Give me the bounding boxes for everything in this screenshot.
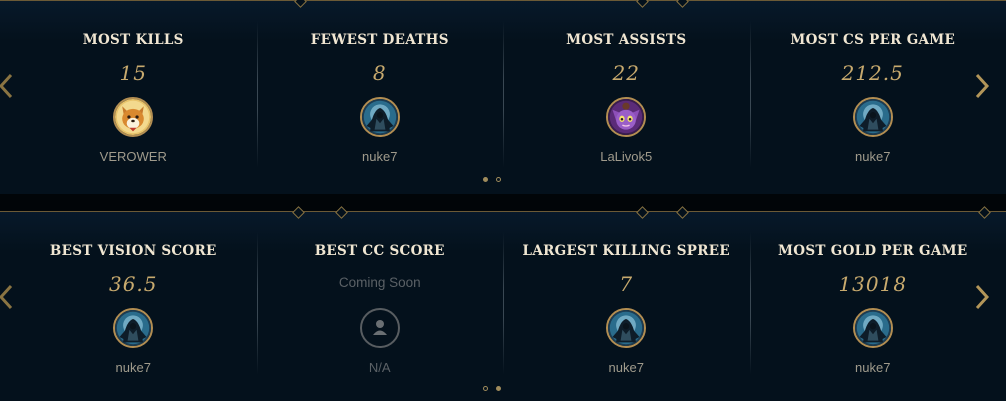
player-name[interactable]: VEROWER xyxy=(10,149,257,164)
hooded-champion-icon[interactable] xyxy=(852,97,893,137)
purple-yordle-icon[interactable] xyxy=(606,97,647,137)
stat-value: 22 xyxy=(612,61,640,85)
player-name[interactable]: nuke7 xyxy=(503,360,750,375)
stat-value: 36.5 xyxy=(108,272,158,296)
hooded-champion-icon[interactable] xyxy=(359,97,400,137)
stat-label: BEST VISION SCORE xyxy=(49,243,217,259)
chevron-left-icon[interactable] xyxy=(0,282,18,312)
page-dot[interactable] xyxy=(496,386,501,391)
chevron-left-icon[interactable] xyxy=(0,71,18,101)
stat-value: 8 xyxy=(372,61,387,85)
page-dot[interactable] xyxy=(496,177,501,182)
stat-card-most-assists[interactable]: MOST ASSISTS 22 LaLivok5 xyxy=(503,1,750,194)
player-name[interactable]: nuke7 xyxy=(750,360,997,375)
stat-card-most-kills[interactable]: MOST KILLS 15 VEROWER xyxy=(10,1,257,194)
hooded-champion-icon[interactable] xyxy=(852,308,893,348)
player-name[interactable]: nuke7 xyxy=(10,360,257,375)
stat-value: 15 xyxy=(119,61,147,85)
stat-label: MOST ASSISTS xyxy=(566,32,687,48)
hooded-champion-icon[interactable] xyxy=(606,308,647,348)
stat-card-largest-killing-spree[interactable]: LARGEST KILLING SPREE 7 nuke7 xyxy=(503,212,750,401)
player-name[interactable]: LaLivok5 xyxy=(503,149,750,164)
bottom-stats-panel: BEST VISION SCORE 36.5 nuke7 BEST CC SCO… xyxy=(0,206,1006,401)
page-dot[interactable] xyxy=(483,177,488,182)
stats-row: BEST VISION SCORE 36.5 nuke7 BEST CC SCO… xyxy=(10,212,996,401)
stat-card-best-cc-score[interactable]: BEST CC SCORE Coming Soon N/A xyxy=(256,212,504,401)
stat-label: BEST CC SCORE xyxy=(314,243,445,259)
player-name: N/A xyxy=(368,360,391,375)
corgi-icon[interactable] xyxy=(113,97,154,137)
chevron-right-icon[interactable] xyxy=(970,71,994,101)
player-name[interactable]: nuke7 xyxy=(257,149,504,164)
hooded-champion-icon[interactable] xyxy=(113,308,154,348)
page-indicator xyxy=(483,386,501,391)
stat-value: 7 xyxy=(619,272,634,296)
stat-card-fewest-deaths[interactable]: FEWEST DEATHS 8 nuke7 xyxy=(256,1,504,194)
coming-soon-text: Coming Soon xyxy=(338,275,421,290)
stat-card-most-gold-per-game[interactable]: MOST GOLD PER GAME 13018 nuke7 xyxy=(749,212,997,401)
stat-label: MOST CS PER GAME xyxy=(790,32,956,48)
stat-label: LARGEST KILLING SPREE xyxy=(522,243,730,259)
page-indicator xyxy=(483,177,501,182)
stat-card-best-vision-score[interactable]: BEST VISION SCORE 36.5 nuke7 xyxy=(10,212,257,401)
stat-value: 212.5 xyxy=(841,61,904,85)
chevron-right-icon[interactable] xyxy=(970,282,994,312)
stat-value: 13018 xyxy=(838,272,908,296)
player-name[interactable]: nuke7 xyxy=(750,149,997,164)
stat-label: MOST GOLD PER GAME xyxy=(778,243,968,259)
stat-label: FEWEST DEATHS xyxy=(310,32,449,48)
stats-row: MOST KILLS 15 VEROWER FEWEST DEATHS 8 nu… xyxy=(10,1,996,194)
top-stats-panel: MOST KILLS 15 VEROWER FEWEST DEATHS 8 nu… xyxy=(0,0,1006,194)
stat-label: MOST KILLS xyxy=(82,32,184,48)
user-placeholder-icon xyxy=(359,308,400,348)
page-dot[interactable] xyxy=(483,386,488,391)
stat-card-most-cs-per-game[interactable]: MOST CS PER GAME 212.5 nuke7 xyxy=(749,1,997,194)
